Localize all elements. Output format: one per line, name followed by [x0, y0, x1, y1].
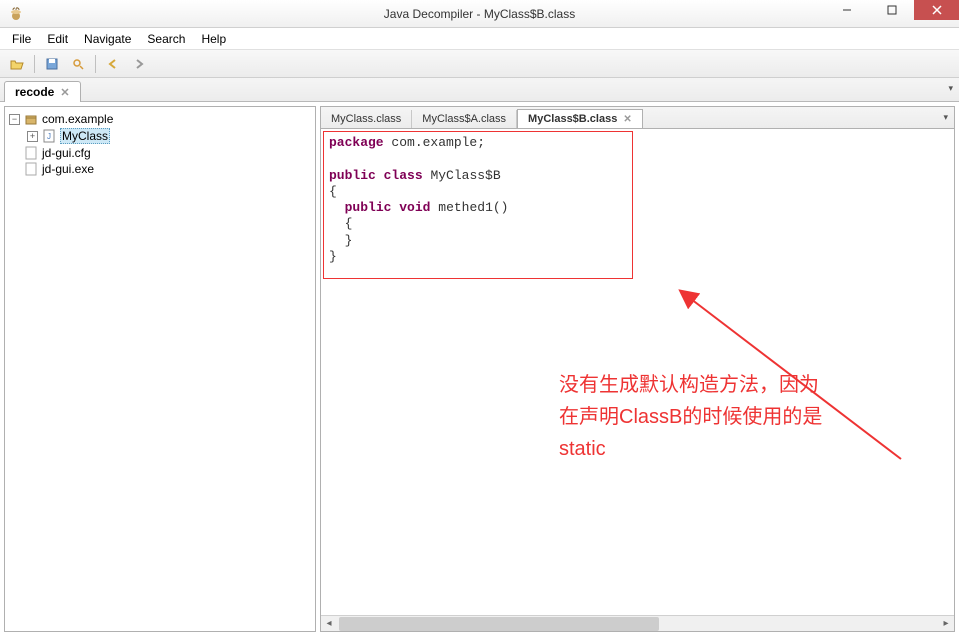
window-title: Java Decompiler - MyClass$B.class: [384, 7, 575, 21]
window-controls: [824, 0, 959, 20]
project-tabbar: recode ✕ ▾: [0, 78, 959, 102]
tree-root: − com.example + J MyClass: [5, 107, 315, 181]
editor-tab-close-icon[interactable]: ✕: [623, 114, 631, 125]
open-button[interactable]: [6, 53, 28, 75]
code-editor[interactable]: package com.example; public class MyClas…: [320, 128, 955, 632]
scrollbar-thumb[interactable]: [339, 617, 659, 631]
toolbar-separator: [34, 55, 35, 73]
file-icon: [24, 162, 38, 176]
package-explorer: − com.example + J MyClass: [4, 106, 316, 632]
menu-search[interactable]: Search: [139, 30, 193, 48]
editor-tab-label: MyClass$B.class: [528, 113, 617, 125]
editor-tabbar: MyClass.class MyClass$A.class MyClass$B.…: [320, 106, 955, 128]
editor-tab-label: MyClass$A.class: [422, 113, 506, 125]
toolbar-separator: [95, 55, 96, 73]
collapse-icon[interactable]: −: [9, 114, 20, 125]
maximize-button[interactable]: [869, 0, 914, 20]
annotation-arrow: [671, 279, 955, 479]
code-content: package com.example; public class MyClas…: [321, 129, 954, 271]
project-tab[interactable]: recode ✕: [4, 81, 81, 102]
window-titlebar: Java Decompiler - MyClass$B.class: [0, 0, 959, 28]
project-tab-close-icon[interactable]: ✕: [60, 86, 69, 99]
java-file-icon: J: [42, 129, 56, 143]
tree-package-node[interactable]: − com.example: [9, 111, 311, 127]
menu-navigate[interactable]: Navigate: [76, 30, 139, 48]
menu-help[interactable]: Help: [193, 30, 234, 48]
expand-icon[interactable]: +: [27, 131, 38, 142]
menubar: File Edit Navigate Search Help: [0, 28, 959, 50]
svg-text:J: J: [47, 132, 51, 141]
save-button[interactable]: [41, 53, 63, 75]
close-button[interactable]: [914, 0, 959, 20]
scroll-right-icon[interactable]: ▸: [938, 616, 954, 632]
minimize-button[interactable]: [824, 0, 869, 20]
editor-tab[interactable]: MyClass.class: [321, 110, 412, 128]
file-icon: [24, 146, 38, 160]
horizontal-scrollbar[interactable]: ◂ ▸: [321, 615, 954, 631]
forward-button[interactable]: [128, 53, 150, 75]
package-icon: [24, 112, 38, 126]
tab-overflow-icon[interactable]: ▾: [943, 112, 948, 123]
editor-tab[interactable]: MyClass$A.class: [412, 110, 517, 128]
tab-overflow-icon[interactable]: ▾: [948, 83, 953, 94]
tree-spacer: [9, 148, 20, 159]
back-button[interactable]: [102, 53, 124, 75]
tree-label: MyClass: [60, 128, 110, 144]
scroll-left-icon[interactable]: ◂: [321, 616, 337, 632]
tree-spacer: [9, 164, 20, 175]
content-area: − com.example + J MyClass: [0, 102, 959, 636]
tree-class-node[interactable]: + J MyClass: [27, 127, 311, 145]
editor-pane: MyClass.class MyClass$A.class MyClass$B.…: [320, 106, 955, 632]
tree-file-node[interactable]: jd-gui.cfg: [9, 145, 311, 161]
toolbar: [0, 50, 959, 78]
annotation-text: 没有生成默认构造方法，因为 在声明ClassB的时候使用的是 static: [559, 369, 822, 465]
project-tab-label: recode: [15, 85, 54, 99]
tree-label: jd-gui.exe: [42, 162, 94, 176]
tree-label: com.example: [42, 112, 113, 126]
tree-file-node[interactable]: jd-gui.exe: [9, 161, 311, 177]
menu-file[interactable]: File: [4, 30, 39, 48]
search-button[interactable]: [67, 53, 89, 75]
menu-edit[interactable]: Edit: [39, 30, 76, 48]
editor-tab-label: MyClass.class: [331, 113, 401, 125]
tree-label: jd-gui.cfg: [42, 146, 91, 160]
app-icon: [6, 4, 26, 24]
editor-tab-active[interactable]: MyClass$B.class ✕: [517, 109, 643, 129]
